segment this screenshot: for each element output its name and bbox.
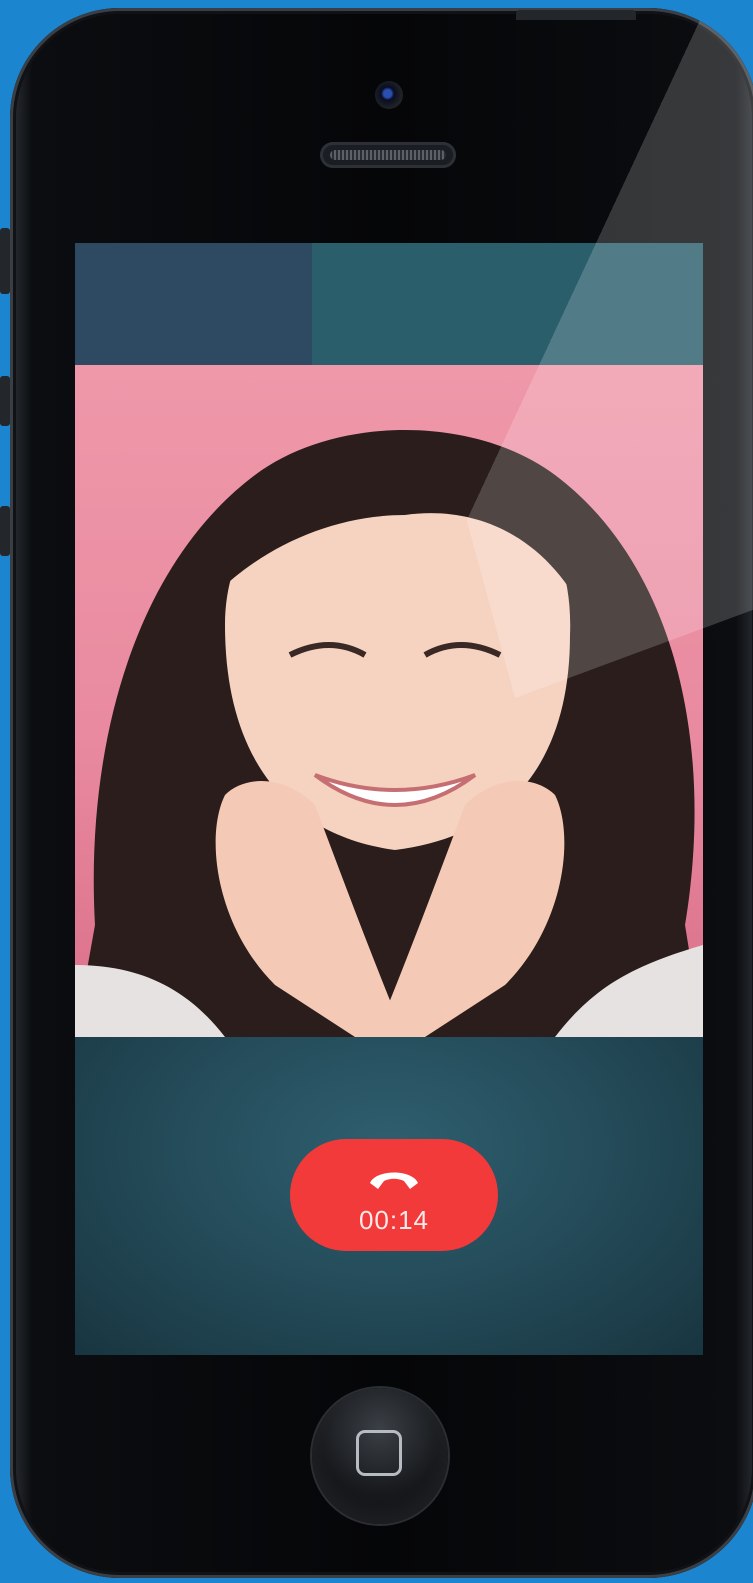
silent-switch[interactable] (0, 228, 10, 294)
volume-up-button[interactable] (0, 376, 10, 426)
header-panel-right (312, 243, 703, 365)
earpiece-speaker (320, 142, 456, 168)
call-duration-timer: 00:14 (358, 1205, 430, 1235)
home-square-icon (356, 1430, 402, 1476)
end-call-button[interactable]: 00:14 (290, 1139, 498, 1251)
home-button[interactable] (312, 1388, 448, 1524)
front-camera (375, 81, 403, 109)
volume-down-button[interactable] (0, 506, 10, 556)
power-button[interactable] (516, 10, 636, 20)
header-panel-left (75, 243, 312, 365)
caller-portrait-image (75, 430, 703, 1037)
end-call-phone-icon (370, 1172, 418, 1189)
video-call-screen: 00:14 (75, 243, 703, 1355)
caller-video-feed (75, 365, 703, 1037)
phone-frame: 00:14 (10, 8, 753, 1578)
call-controls-panel: 00:14 (75, 1037, 703, 1355)
